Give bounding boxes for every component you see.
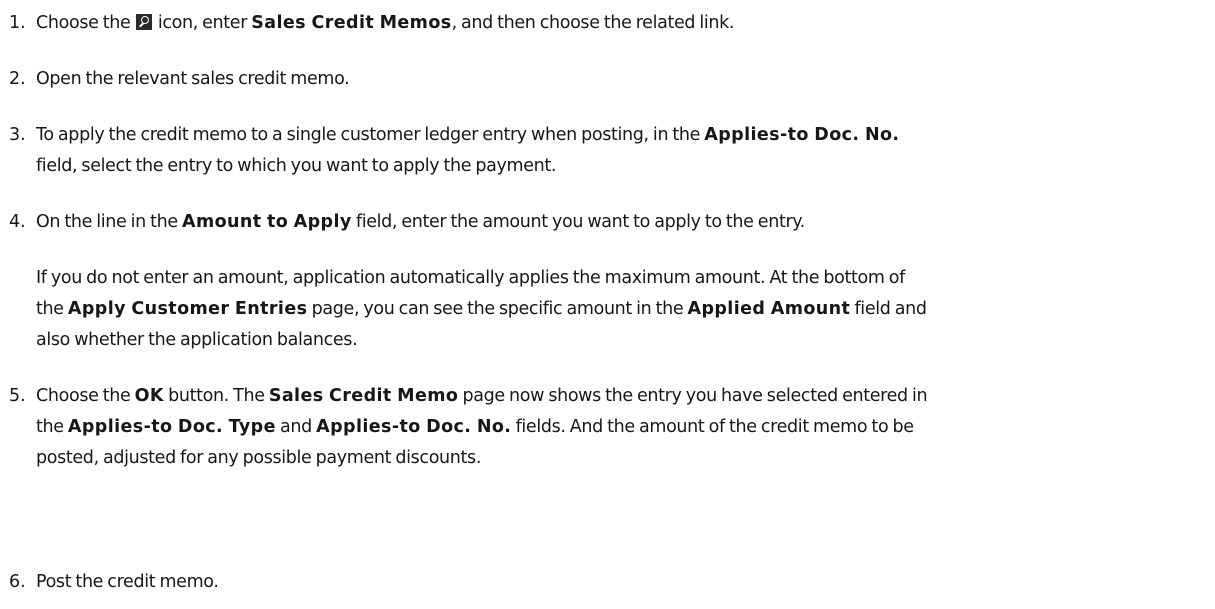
text-span: Open the relevant sales credit memo. <box>36 69 350 89</box>
step-number: 6. <box>9 572 26 592</box>
ui-label: Sales Credit Memos <box>251 13 452 33</box>
text-span: field, select the entry to which you wan… <box>36 156 557 176</box>
step-number: 2. <box>9 69 26 89</box>
text-span: icon, enter <box>153 13 252 33</box>
step-text-line: the Applies-to Doc. Type and Applies-to … <box>36 412 914 443</box>
text-span: To apply the credit memo to a single cus… <box>36 125 705 145</box>
text-span: button. The <box>163 386 269 406</box>
ui-label: Sales Credit Memo <box>268 386 459 406</box>
step-text-line: Choose the icon, enter Sales Credit Memo… <box>36 8 734 39</box>
note-text-line: If you do not enter an amount, applicati… <box>36 263 905 294</box>
text-span: and <box>275 417 317 437</box>
text-span: field, enter the amount you want to appl… <box>351 212 806 232</box>
text-span: page, you can see the specific amount in… <box>307 299 688 319</box>
step-number: 4. <box>9 212 26 232</box>
ui-label: OK <box>134 386 164 406</box>
note-text-line: the Apply Customer Entries page, you can… <box>36 294 927 325</box>
step-number: 5. <box>9 386 26 406</box>
step-text-line: field, select the entry to which you wan… <box>36 151 556 182</box>
text-span: , and then choose the related link. <box>451 13 735 33</box>
step-text-line: posted, adjusted for any possible paymen… <box>36 443 481 474</box>
ui-label: Applies-to Doc. No. <box>316 417 512 437</box>
ui-label: Applies-to Doc. Type <box>67 417 276 437</box>
document: 1. Choose the icon, enter Sales Credit M… <box>0 0 1215 609</box>
text-span: On the line in the <box>36 212 183 232</box>
ui-label: Amount to Apply <box>182 212 352 232</box>
text-span: Choose the <box>36 13 135 33</box>
step-number: 1. <box>9 13 26 33</box>
note-text-line: also whether the application balances. <box>36 325 358 356</box>
step-text-line: Post the credit memo. <box>36 567 219 598</box>
text-span: Post the credit memo. <box>36 572 219 592</box>
text-span: If you do not enter an amount, applicati… <box>36 268 905 288</box>
text-span: posted, adjusted for any possible paymen… <box>36 448 482 468</box>
step-number: 3. <box>9 125 26 145</box>
step-text-line: Choose the OK button. The Sales Credit M… <box>36 381 928 412</box>
step-text-line: To apply the credit memo to a single cus… <box>36 120 900 151</box>
text-span: fields. And the amount of the credit mem… <box>511 417 914 437</box>
ui-label: Applies-to Doc. No. <box>704 125 900 145</box>
ui-label: Applied Amount <box>687 299 851 319</box>
ui-label: Apply Customer Entries <box>67 299 308 319</box>
search-icon <box>135 14 152 30</box>
text-span: also whether the application balances. <box>36 330 358 350</box>
text-span: page now shows the entry you have select… <box>458 386 928 406</box>
text-span: the <box>36 299 68 319</box>
text-span: field and <box>850 299 927 319</box>
step-text-line: On the line in the Amount to Apply field… <box>36 207 805 238</box>
step-text-line: Open the relevant sales credit memo. <box>36 64 350 95</box>
text-span: the <box>36 417 68 437</box>
text-span: Choose the <box>36 386 135 406</box>
